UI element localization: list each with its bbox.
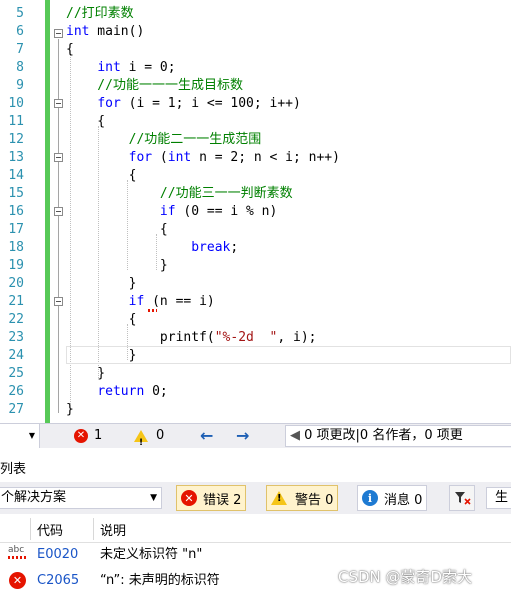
line-number: 10 bbox=[8, 96, 24, 111]
error-list-title: 列表 bbox=[0, 462, 27, 477]
code-line: //打印素数 bbox=[66, 6, 134, 21]
build-filter-value: 生 bbox=[495, 490, 509, 505]
line-number: 21 bbox=[8, 294, 24, 309]
warnings-filter-button[interactable]: 警告 0 bbox=[266, 485, 339, 511]
error-count-indicator[interactable]: ✕ 1 bbox=[74, 424, 102, 448]
editor-status-bar: ▼ ✕ 1 0 ← → ◀ 0 项更改|0 名作者，0 项更 bbox=[0, 423, 511, 455]
line-number: 24 bbox=[8, 348, 24, 363]
code-line: { bbox=[66, 312, 137, 327]
squiggle-icon bbox=[8, 556, 26, 559]
messages-filter-label: 消息 0 bbox=[384, 492, 423, 508]
errors-filter-label: 错误 2 bbox=[203, 492, 242, 508]
warning-count: 0 bbox=[156, 428, 165, 443]
line-number: 14 bbox=[8, 168, 24, 183]
build-filter-dropdown[interactable]: 生 bbox=[486, 487, 511, 509]
filter-icon bbox=[455, 492, 471, 505]
line-number: 16 bbox=[8, 204, 24, 219]
line-number: 26 bbox=[8, 384, 24, 399]
code-line: int i = 0; bbox=[97, 60, 176, 75]
table-row[interactable]: abc E0020 未定义标识符 "n" bbox=[0, 542, 511, 567]
left-caret-icon: ◀ bbox=[290, 428, 300, 443]
line-number: 19 bbox=[8, 258, 24, 273]
error-icon: ✕ bbox=[74, 429, 88, 443]
line-number: 22 bbox=[8, 312, 24, 327]
zoom-dropdown[interactable]: ▼ bbox=[0, 424, 40, 448]
spelling-error-icon: abc bbox=[8, 545, 25, 555]
line-number: 23 bbox=[8, 330, 24, 345]
line-number: 25 bbox=[8, 366, 24, 381]
column-separator[interactable] bbox=[30, 518, 31, 540]
code-line: } bbox=[66, 258, 168, 273]
warning-count-indicator[interactable]: 0 bbox=[134, 424, 165, 455]
code-line-main: int main() bbox=[66, 24, 145, 39]
code-line: for (int n = 2; n < i; n++) bbox=[128, 150, 340, 165]
code-line: { bbox=[66, 168, 137, 183]
scope-dropdown[interactable]: 个解决方案 ▼ bbox=[0, 487, 162, 509]
code-line: for (i = 1; i <= 100; i++) bbox=[97, 96, 301, 111]
line-number: 12 bbox=[8, 132, 24, 147]
column-header-description[interactable]: 说明 bbox=[100, 520, 126, 539]
error-list-header: 列表 bbox=[0, 448, 511, 482]
line-number: 20 bbox=[8, 276, 24, 291]
error-count: 1 bbox=[94, 428, 103, 443]
code-line: } bbox=[66, 366, 106, 381]
error-code-link[interactable]: C2065 bbox=[37, 568, 79, 593]
code-line: //功能二一一生成范围 bbox=[66, 132, 262, 147]
code-line: return 0; bbox=[97, 384, 168, 399]
code-line: break; bbox=[191, 240, 239, 255]
code-line: } bbox=[66, 348, 137, 363]
line-number: 15 bbox=[8, 186, 24, 201]
git-changes-text: 0 项更改|0 名作者，0 项更 bbox=[304, 428, 463, 443]
arrow-left-icon: ← bbox=[200, 426, 214, 445]
line-number: 17 bbox=[8, 222, 24, 237]
git-changes-indicator[interactable]: ◀ 0 项更改|0 名作者，0 项更 bbox=[285, 425, 511, 447]
scope-value: 个解决方案 bbox=[1, 490, 67, 505]
line-number: 11 bbox=[8, 114, 24, 129]
watermark: CSDN @蒙奇D索大 bbox=[338, 568, 473, 586]
next-issue-button[interactable]: → bbox=[236, 424, 249, 448]
code-line: } bbox=[66, 402, 74, 417]
code-line: { bbox=[66, 222, 168, 237]
warnings-filter-label: 警告 0 bbox=[295, 492, 334, 508]
line-number: 27 bbox=[8, 402, 24, 417]
error-icon: ✕ bbox=[9, 572, 26, 589]
warning-icon bbox=[271, 491, 287, 505]
line-number: 5 bbox=[16, 6, 24, 21]
chevron-down-icon: ▼ bbox=[28, 431, 35, 440]
previous-issue-button[interactable]: ← bbox=[200, 424, 213, 448]
code-line: { bbox=[66, 42, 74, 57]
column-header-code[interactable]: 代码 bbox=[37, 520, 63, 539]
code-line: } bbox=[66, 276, 137, 291]
code-line: //功能三一一判断素数 bbox=[66, 186, 293, 201]
line-number: 13 bbox=[8, 150, 24, 165]
error-code-link[interactable]: E0020 bbox=[37, 542, 78, 567]
line-number: 18 bbox=[8, 240, 24, 255]
code-line: //功能一一一生成目标数 bbox=[66, 78, 243, 93]
info-icon: i bbox=[362, 490, 378, 506]
line-number: 7 bbox=[16, 42, 24, 57]
chevron-down-icon: ▼ bbox=[150, 493, 157, 503]
messages-filter-button[interactable]: i 消息 0 bbox=[357, 485, 428, 511]
code-line: { bbox=[66, 114, 106, 129]
line-number: 9 bbox=[16, 78, 24, 93]
code-line: if (n == i) bbox=[128, 294, 215, 309]
errors-filter-button[interactable]: ✕ 错误 2 bbox=[176, 485, 247, 511]
error-icon: ✕ bbox=[181, 490, 197, 506]
warning-icon bbox=[134, 430, 148, 455]
column-separator[interactable] bbox=[93, 518, 94, 540]
arrow-right-icon: → bbox=[236, 426, 250, 445]
code-line: if (0 == i % n) bbox=[159, 204, 278, 219]
filter-button[interactable] bbox=[449, 485, 475, 511]
line-number: 8 bbox=[16, 60, 24, 75]
error-list-toolbar: 个解决方案 ▼ ✕ 错误 2 警告 0 i 消息 0 生 bbox=[0, 482, 511, 514]
grid-header: 代码 说明 bbox=[0, 514, 511, 543]
error-description: “n”: 未声明的标识符 bbox=[100, 573, 220, 588]
error-description: 未定义标识符 "n" bbox=[100, 547, 203, 562]
code-editor[interactable]: 5 //打印素数 6 int main() 7 { 8 int i = 0; 9 //… bbox=[0, 0, 511, 423]
line-number: 6 bbox=[16, 24, 24, 39]
code-line: printf("%-2d ", i); bbox=[66, 330, 317, 345]
